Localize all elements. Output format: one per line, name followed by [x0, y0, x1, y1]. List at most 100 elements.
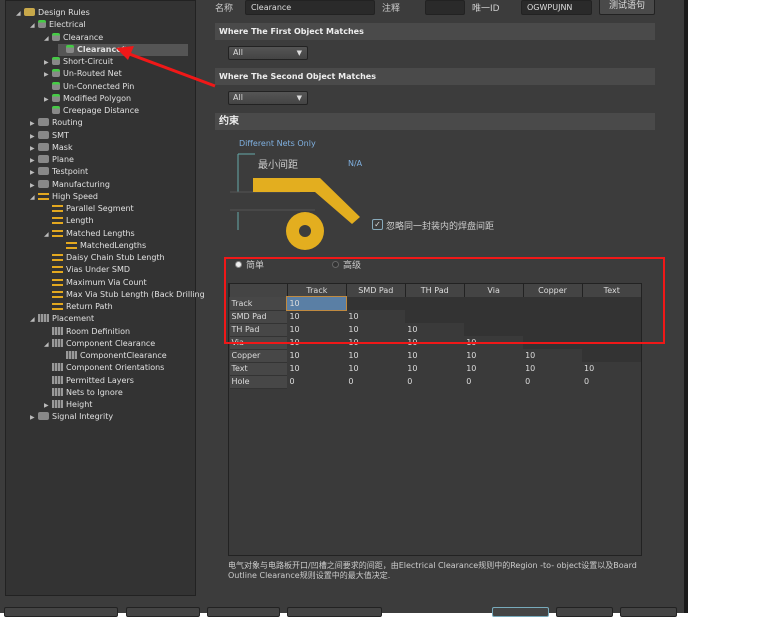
- high-speed-icon: [52, 303, 63, 310]
- expander-icon[interactable]: ◢: [44, 339, 52, 351]
- tree-item[interactable]: Permitted Layers: [44, 375, 134, 387]
- tree-item[interactable]: Length: [44, 215, 94, 227]
- tree-item-label: Placement: [52, 314, 95, 324]
- tree-item[interactable]: Maximum Via Count: [44, 277, 147, 289]
- tree-item[interactable]: ◢ Electrical: [30, 19, 86, 31]
- apply-button[interactable]: [620, 607, 677, 617]
- tree-item[interactable]: ▶ Mask: [30, 142, 73, 154]
- bottom-button[interactable]: [126, 607, 200, 617]
- expander-icon[interactable]: ▶: [30, 167, 38, 179]
- expander-icon[interactable]: ▶: [30, 180, 38, 192]
- matrix-cell[interactable]: 10: [405, 362, 465, 375]
- matrix-cell[interactable]: 10: [287, 362, 347, 375]
- expander-icon[interactable]: ▶: [30, 155, 38, 167]
- matrix-cell[interactable]: 0: [523, 375, 583, 388]
- tree-item[interactable]: Room Definition: [44, 326, 130, 338]
- cancel-button[interactable]: [556, 607, 613, 617]
- expander-icon[interactable]: ▶: [30, 118, 38, 130]
- tree-item[interactable]: Parallel Segment: [44, 203, 134, 215]
- rule-icon: [52, 32, 60, 41]
- tree-item-label: Daisy Chain Stub Length: [66, 253, 165, 262]
- ignore-pads-checkbox[interactable]: ✓: [372, 219, 383, 230]
- tree-item[interactable]: Nets to Ignore: [44, 387, 123, 399]
- rule-icon: [66, 44, 74, 53]
- expander-icon[interactable]: ◢: [16, 8, 24, 20]
- comment-input[interactable]: [425, 0, 465, 15]
- tree-item[interactable]: ▶ Height: [44, 399, 92, 411]
- tree-item[interactable]: ▶ Testpoint: [30, 166, 88, 178]
- tree-item[interactable]: ▶ Routing: [30, 117, 83, 129]
- tree-item-label: Maximum Via Count: [66, 277, 147, 287]
- expander-icon[interactable]: ◢: [44, 33, 52, 45]
- expander-icon[interactable]: ▶: [44, 57, 52, 69]
- bottom-button[interactable]: [287, 607, 382, 617]
- expander-icon[interactable]: ▶: [30, 131, 38, 143]
- tree-item-label: Design Rules: [38, 8, 90, 17]
- matrix-cell[interactable]: 0: [582, 375, 641, 388]
- expander-icon[interactable]: ◢: [30, 314, 38, 326]
- expander-icon[interactable]: ▶: [30, 143, 38, 155]
- tree-item[interactable]: ◢ Design Rules: [16, 7, 90, 19]
- dropdown-value: All: [233, 93, 243, 102]
- arrow-head: [116, 46, 134, 60]
- tree-item[interactable]: ComponentClearance: [58, 350, 167, 362]
- matrix-cell[interactable]: 0: [405, 375, 465, 388]
- tree-item[interactable]: Max Via Stub Length (Back Drilling: [44, 289, 205, 301]
- matrix-cell[interactable]: 0: [287, 375, 347, 388]
- tree-item[interactable]: ◢ High Speed: [30, 191, 98, 203]
- test-query-button[interactable]: 测试语句: [599, 0, 655, 15]
- expander-icon[interactable]: ▶: [44, 94, 52, 106]
- matrix-cell[interactable]: 10: [582, 362, 641, 375]
- second-object-dropdown[interactable]: All ▼: [228, 91, 308, 105]
- matrix-cell[interactable]: 10: [464, 362, 524, 375]
- tree-item[interactable]: ▶ Modified Polygon: [44, 93, 131, 105]
- tree-item[interactable]: ◢ Placement: [30, 313, 94, 325]
- ok-button[interactable]: [492, 607, 549, 617]
- high-speed-icon: [52, 290, 63, 298]
- high-speed-icon: [52, 254, 63, 261]
- tree-item[interactable]: Vias Under SMD: [44, 264, 130, 276]
- tree-item[interactable]: ▶ Manufacturing: [30, 179, 110, 191]
- matrix-cell[interactable]: 10: [464, 349, 524, 362]
- tree-item[interactable]: ◢ Component Clearance: [44, 338, 155, 350]
- matrix-cell[interactable]: 10: [405, 349, 465, 362]
- expander-icon[interactable]: ▶: [30, 412, 38, 424]
- matrix-cell[interactable]: 0: [346, 375, 406, 388]
- name-input[interactable]: Clearance: [245, 0, 375, 15]
- chevron-down-icon: ▼: [296, 49, 302, 57]
- tree-item[interactable]: Component Orientations: [44, 362, 164, 374]
- tree-item[interactable]: ◢ Clearance: [44, 32, 103, 44]
- tree-item[interactable]: ▶ Short-Circuit: [44, 56, 113, 68]
- unique-id-input[interactable]: OGWPUJNN: [521, 0, 592, 15]
- tree-item-label: Manufacturing: [52, 179, 110, 189]
- row-header: Copper: [229, 349, 288, 363]
- matrix-cell[interactable]: 10: [523, 349, 583, 362]
- matrix-cell[interactable]: 10: [287, 349, 347, 362]
- tree-item[interactable]: MatchedLengths: [58, 240, 146, 252]
- expander-icon[interactable]: ▶: [44, 400, 52, 412]
- matrix-cell[interactable]: 10: [523, 362, 583, 375]
- expander-icon[interactable]: ◢: [30, 20, 38, 32]
- expander-icon[interactable]: ◢: [44, 229, 52, 241]
- expander-icon[interactable]: ◢: [30, 192, 38, 204]
- matrix-cell[interactable]: 0: [464, 375, 524, 388]
- tree-item[interactable]: Daisy Chain Stub Length: [44, 252, 165, 264]
- tree-item[interactable]: ◢ Matched Lengths: [44, 228, 135, 240]
- rule-icon: [52, 106, 60, 114]
- tree-item[interactable]: Creepage Distance: [44, 105, 139, 117]
- matrix-cell[interactable]: 10: [346, 362, 406, 375]
- bottom-button[interactable]: [207, 607, 280, 617]
- testpoint-icon: [38, 167, 49, 176]
- min-clearance-value[interactable]: N/A: [348, 159, 362, 168]
- tree-item-label: Parallel Segment: [66, 204, 134, 213]
- tree-item[interactable]: ▶ Plane: [30, 154, 74, 166]
- bottom-button[interactable]: [4, 607, 118, 617]
- expander-icon[interactable]: ▶: [44, 69, 52, 81]
- matrix-cell[interactable]: 10: [346, 349, 406, 362]
- tree-item[interactable]: ▶ SMT: [30, 130, 69, 142]
- tree-item[interactable]: ▶ Signal Integrity: [30, 411, 113, 423]
- tree-item[interactable]: Return Path: [44, 301, 113, 313]
- rule-icon: [52, 57, 60, 65]
- first-object-dropdown[interactable]: All ▼: [228, 46, 308, 60]
- routing-icon: [38, 118, 49, 127]
